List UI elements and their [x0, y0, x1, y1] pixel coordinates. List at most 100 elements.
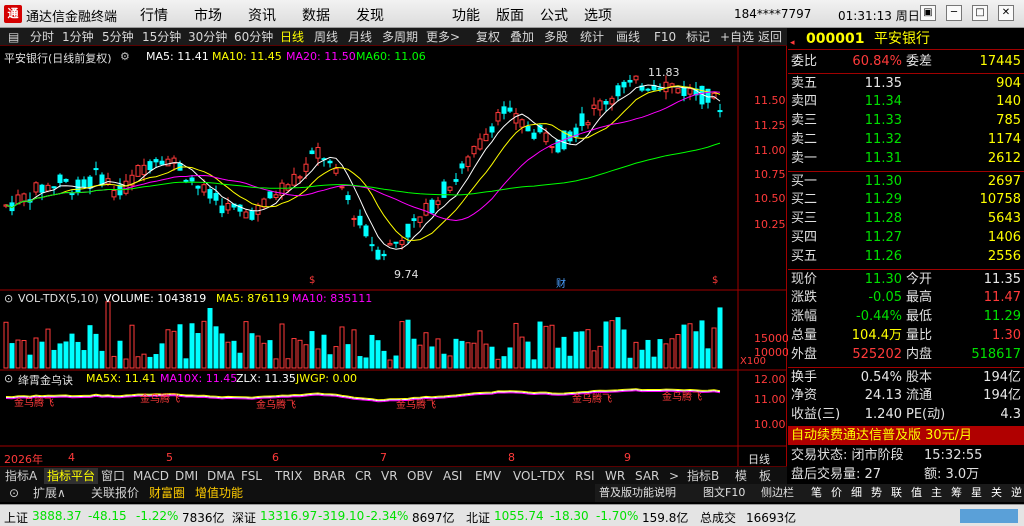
- indicator-tab[interactable]: 模: [732, 468, 750, 484]
- dividend-marker[interactable]: $: [712, 275, 718, 286]
- indicator-tab[interactable]: VR: [378, 468, 401, 484]
- indicator-tab[interactable]: 窗口: [98, 468, 128, 484]
- side-tool-button[interactable]: 笔: [811, 484, 822, 502]
- menu-xuanxiang[interactable]: 选项: [584, 5, 612, 25]
- side-tool-button[interactable]: 星: [971, 484, 982, 502]
- financial-report-marker[interactable]: 财: [556, 275, 566, 290]
- connection-status-icon[interactable]: [960, 509, 1018, 523]
- indicator-tab[interactable]: OBV: [404, 468, 436, 484]
- sell-level-row[interactable]: 卖二 11.32 1174: [788, 130, 1024, 149]
- quote-stat-row[interactable]: 总量 104.4万 量比 1.30: [788, 326, 1024, 345]
- toolbar-icon[interactable]: ▤: [6, 29, 21, 45]
- quote-stat-row[interactable]: 净资 24.13 流通 194亿: [788, 386, 1024, 405]
- menu-shichang[interactable]: 市场: [194, 5, 222, 25]
- tb-weekly[interactable]: 周线: [312, 29, 340, 45]
- menu-banmian[interactable]: 版面: [496, 5, 524, 25]
- close-icon[interactable]: ✕: [998, 5, 1014, 21]
- skin-icon[interactable]: ▣: [920, 5, 936, 21]
- tb-multiperiod[interactable]: 多周期: [380, 29, 420, 45]
- menu-shuju[interactable]: 数据: [302, 5, 330, 25]
- menu-gongneng[interactable]: 功能: [452, 5, 480, 25]
- tb-back[interactable]: 返回: [756, 29, 784, 45]
- prev-stock-icon[interactable]: ◂: [790, 34, 795, 53]
- sz-label[interactable]: 深证: [232, 509, 256, 526]
- menu-gongshi[interactable]: 公式: [540, 5, 568, 25]
- indicator-tab[interactable]: CR: [352, 468, 375, 484]
- side-tool-button[interactable]: 联: [891, 484, 902, 502]
- indicator-tab[interactable]: 板: [756, 468, 774, 484]
- tb-fuquan[interactable]: 复权: [474, 29, 502, 45]
- volume-header-icon[interactable]: ⊙: [4, 292, 13, 305]
- buy-level-row[interactable]: 买五 11.26 2556: [788, 247, 1024, 266]
- indicator-tab[interactable]: EMV: [472, 468, 504, 484]
- sell-level-row[interactable]: 卖五 11.35 904: [788, 73, 1024, 92]
- tb-monthly[interactable]: 月线: [346, 29, 374, 45]
- tb-duogu[interactable]: 多股: [542, 29, 570, 45]
- quote-stat-row[interactable]: 收益(三) 1.240 PE(动) 4.3: [788, 405, 1024, 424]
- chart-area[interactable]: 平安银行(日线前复权) ⚙ MA5: 11.41 MA10: 11.45 MA2…: [0, 46, 789, 467]
- extension-tab[interactable]: 财富圈: [146, 485, 188, 501]
- indicator-tab[interactable]: TRIX: [272, 468, 305, 484]
- indicator-header-icon[interactable]: ⊙: [4, 372, 13, 385]
- menu-faxian[interactable]: 发现: [356, 5, 384, 25]
- indicator-tab[interactable]: ASI: [440, 468, 465, 484]
- tb-1min[interactable]: 1分钟: [60, 29, 96, 45]
- user-account[interactable]: 184****7797: [734, 7, 811, 21]
- chart-svg[interactable]: [0, 46, 787, 466]
- tb-add-favorite[interactable]: +自选: [718, 29, 756, 45]
- side-tool-button[interactable]: 细: [851, 484, 862, 502]
- side-tool-button[interactable]: 逆: [1011, 484, 1022, 502]
- ad-banner[interactable]: 自动续费通达信普及版 30元/月: [788, 426, 1024, 445]
- side-tool-button[interactable]: 图文F10: [703, 484, 745, 502]
- tb-f10[interactable]: F10: [652, 29, 678, 45]
- quote-stat-row[interactable]: 涨幅 -0.44% 最低 11.29: [788, 307, 1024, 326]
- extension-tab[interactable]: 扩展∧: [30, 485, 69, 501]
- tb-diejia[interactable]: 叠加: [508, 29, 536, 45]
- side-tool-button[interactable]: 主: [931, 484, 942, 502]
- xaxis-period[interactable]: 日线: [748, 451, 770, 467]
- side-tool-button[interactable]: 普及版功能说明: [599, 484, 676, 502]
- ad-text[interactable]: 自动续费通达信普及版 30元/月: [791, 426, 972, 445]
- side-tool-button[interactable]: 价: [831, 484, 842, 502]
- bz-label[interactable]: 北证: [466, 509, 490, 526]
- indicator-tab[interactable]: 指标B: [684, 468, 722, 484]
- tb-more[interactable]: 更多>: [424, 29, 462, 45]
- dividend-marker[interactable]: $: [309, 275, 315, 286]
- indicator-tab[interactable]: SAR: [632, 468, 662, 484]
- indicator-tab[interactable]: MACD: [130, 468, 172, 484]
- tb-5min[interactable]: 5分钟: [100, 29, 136, 45]
- minimize-icon[interactable]: ─: [946, 5, 962, 21]
- indicator-tab[interactable]: 指标平台: [44, 468, 99, 484]
- buy-level-row[interactable]: 买一 11.30 2697: [788, 171, 1024, 190]
- sh-label[interactable]: 上证: [4, 509, 28, 526]
- settings-gear-icon[interactable]: ⚙: [120, 50, 130, 63]
- buy-level-row[interactable]: 买四 11.27 1406: [788, 228, 1024, 247]
- indicator-tab[interactable]: WR: [602, 468, 628, 484]
- side-tool-button[interactable]: 筹: [951, 484, 962, 502]
- tb-15min[interactable]: 15分钟: [140, 29, 183, 45]
- tb-tongji[interactable]: 统计: [578, 29, 606, 45]
- side-tool-button[interactable]: 势: [871, 484, 882, 502]
- extension-toggle-icon[interactable]: ⊙: [6, 485, 22, 501]
- side-tool-button[interactable]: 关: [991, 484, 1002, 502]
- quote-stat-row[interactable]: 外盘 525202 内盘 518617: [788, 345, 1024, 364]
- sell-level-row[interactable]: 卖四 11.34 140: [788, 92, 1024, 111]
- menu-hangqing[interactable]: 行情: [140, 5, 168, 25]
- buy-level-row[interactable]: 买二 11.29 10758: [788, 190, 1024, 209]
- quote-stat-row[interactable]: 换手 0.54% 股本 194亿: [788, 367, 1024, 386]
- buy-level-row[interactable]: 买三 11.28 5643: [788, 209, 1024, 228]
- extension-tab[interactable]: 关联报价: [88, 485, 142, 501]
- tb-daily[interactable]: 日线: [278, 29, 306, 45]
- tb-biaoji[interactable]: 标记: [684, 29, 712, 45]
- tb-fenshi[interactable]: 分时: [28, 29, 56, 45]
- quote-stat-row[interactable]: 涨跌 -0.05 最高 11.47: [788, 288, 1024, 307]
- sell-level-row[interactable]: 卖三 11.33 785: [788, 111, 1024, 130]
- maximize-icon[interactable]: □: [972, 5, 988, 21]
- sell-level-row[interactable]: 卖一 11.31 2612: [788, 149, 1024, 168]
- extension-tab[interactable]: 增值功能: [192, 485, 246, 501]
- indicator-tab[interactable]: VOL-TDX: [510, 468, 568, 484]
- indicator-tab[interactable]: DMI: [172, 468, 201, 484]
- side-tool-button[interactable]: 侧边栏: [761, 484, 794, 502]
- menu-zixun[interactable]: 资讯: [248, 5, 276, 25]
- indicator-tab[interactable]: >: [666, 468, 682, 484]
